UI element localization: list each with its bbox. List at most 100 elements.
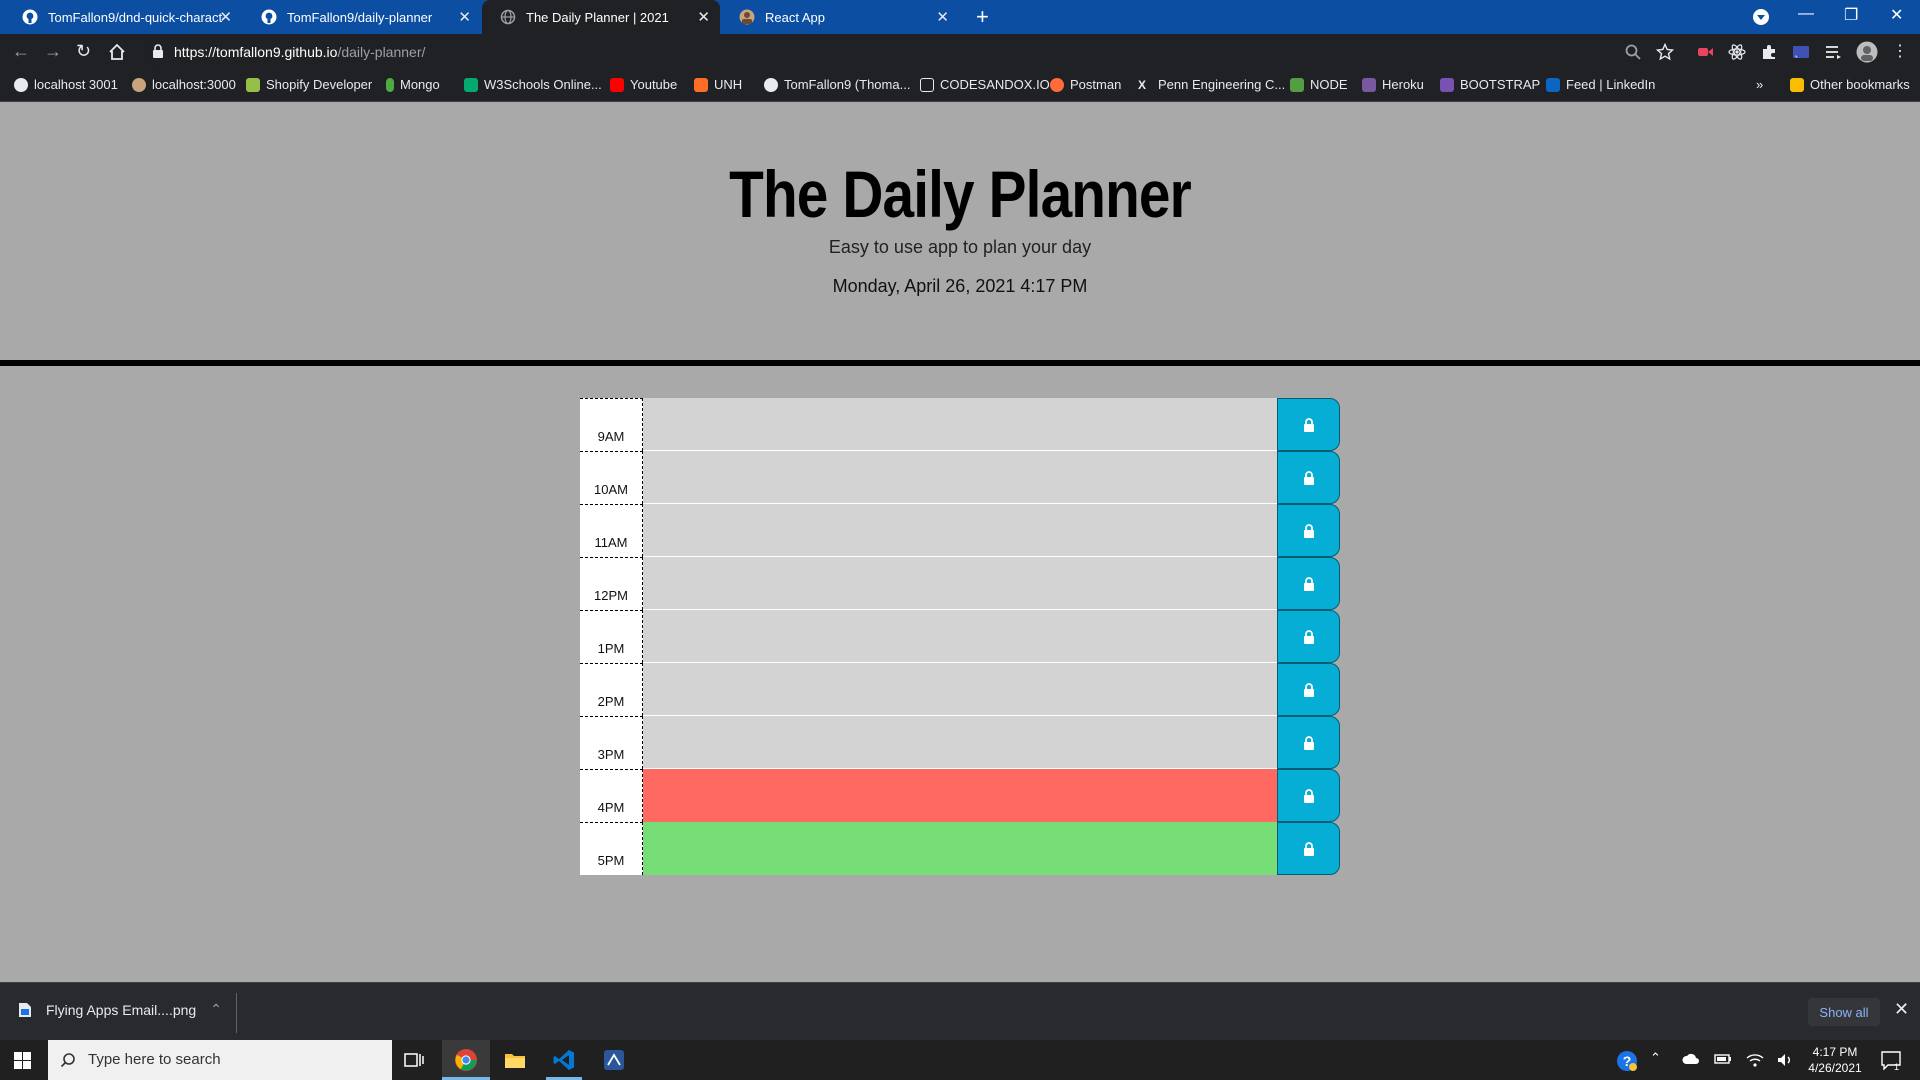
event-description[interactable] (643, 398, 1277, 451)
save-button[interactable] (1277, 663, 1340, 716)
event-description[interactable] (643, 663, 1277, 716)
show-all-button[interactable]: Show all (1808, 998, 1880, 1026)
bookmark-w3schools[interactable]: W3Schools Online... (464, 77, 602, 92)
save-button[interactable] (1277, 610, 1340, 663)
taskbar-clock[interactable]: 4:17 PM 4/26/2021 (1800, 1044, 1870, 1076)
bookmark-linkedin[interactable]: Feed | LinkedIn (1546, 77, 1655, 92)
new-tab-icon[interactable]: + (976, 4, 989, 30)
save-button[interactable] (1277, 451, 1340, 504)
search-icon (60, 1053, 75, 1068)
taskbar-search-input[interactable]: Type here to search (48, 1040, 392, 1080)
bookmark-node[interactable]: NODE (1290, 77, 1348, 92)
forward-icon[interactable]: → (44, 41, 62, 62)
save-button[interactable] (1277, 822, 1340, 875)
bookmark-codesandbox[interactable]: CODESANDOX.IO (920, 77, 1050, 92)
bookmark-label: Postman (1070, 77, 1122, 92)
close-tab-icon[interactable]: ✕ (697, 8, 710, 26)
cast-icon[interactable] (1792, 43, 1810, 61)
extension-react-icon[interactable] (1728, 43, 1746, 61)
zoom-icon[interactable] (1624, 43, 1642, 61)
onedrive-icon[interactable] (1682, 1052, 1700, 1066)
event-description[interactable] (643, 822, 1277, 875)
hour-label: 1PM (580, 610, 643, 663)
tab-strip: TomFallon9/dnd-quick-character ✕ TomFall… (0, 0, 1920, 34)
bookmark-heroku[interactable]: Heroku (1362, 77, 1424, 92)
reading-list-icon[interactable] (1824, 43, 1842, 61)
close-icon[interactable]: ✕ (1894, 999, 1909, 1020)
save-button[interactable] (1277, 398, 1340, 451)
bookmark-github-profile[interactable]: TomFallon9 (Thoma... (764, 77, 910, 92)
back-icon[interactable]: ← (12, 41, 30, 62)
address-bar[interactable]: https://tomfallon9.github.io/daily-plann… (144, 38, 1664, 66)
event-description[interactable] (643, 716, 1277, 769)
save-button[interactable] (1277, 504, 1340, 557)
page-content: The Daily Planner Easy to use app to pla… (0, 102, 1920, 982)
event-description[interactable] (643, 769, 1277, 822)
divider (236, 993, 237, 1033)
volume-icon[interactable] (1776, 1052, 1794, 1068)
tab-daily-planner-repo[interactable]: TomFallon9/daily-planner ✕ (243, 0, 481, 34)
bookmarks-bar: localhost 3001 localhost:3000 Shopify De… (0, 70, 1920, 102)
event-description[interactable] (643, 451, 1277, 504)
github-icon (22, 9, 38, 25)
tab-dnd-quick-character[interactable]: TomFallon9/dnd-quick-character ✕ (4, 0, 242, 34)
battery-icon[interactable] (1714, 1052, 1732, 1066)
bookmark-label: Penn Engineering C... (1158, 77, 1286, 92)
bookmark-star-icon[interactable] (1656, 43, 1674, 61)
avatar-icon (132, 77, 146, 92)
tab-daily-planner-active[interactable]: The Daily Planner | 2021 ✕ (482, 0, 720, 34)
restore-icon[interactable]: ❐ (1844, 5, 1858, 25)
time-block-row: 11AM (580, 504, 1340, 557)
lock-icon (1303, 788, 1314, 803)
bookmark-localhost-3000[interactable]: localhost:3000 (132, 77, 236, 92)
profile-menu-icon[interactable] (1752, 8, 1770, 26)
home-icon[interactable] (108, 43, 126, 61)
lock-icon (1303, 523, 1314, 538)
bookmark-shopify[interactable]: Shopify Developer (246, 77, 372, 92)
bookmark-unh[interactable]: UNH (694, 77, 742, 92)
save-button[interactable] (1277, 769, 1340, 822)
close-tab-icon[interactable]: ✕ (458, 8, 471, 26)
close-tab-icon[interactable]: ✕ (936, 8, 949, 26)
lock-icon (1303, 576, 1314, 591)
github-icon (261, 9, 277, 25)
event-description[interactable] (643, 557, 1277, 610)
puzzle-extensions-icon[interactable] (1760, 43, 1778, 61)
event-description[interactable] (643, 610, 1277, 663)
event-description[interactable] (643, 504, 1277, 557)
save-button[interactable] (1277, 716, 1340, 769)
close-window-icon[interactable]: ✕ (1890, 5, 1903, 25)
wifi-icon[interactable] (1746, 1052, 1764, 1068)
tab-react-app[interactable]: React App ✕ (721, 0, 959, 34)
chrome-menu-icon[interactable]: ⋮ (1892, 41, 1908, 61)
download-item[interactable]: Flying Apps Email....png ⌃ (18, 1001, 222, 1018)
bookmarks-overflow-button[interactable]: » (1756, 77, 1763, 92)
other-bookmarks-folder[interactable]: Other bookmarks (1790, 77, 1910, 92)
chevron-up-icon[interactable]: ⌃ (210, 1001, 222, 1018)
bookmark-penn-engineering[interactable]: X Penn Engineering C... (1138, 77, 1285, 92)
mongo-leaf-icon (386, 77, 394, 92)
download-bar: Flying Apps Email....png ⌃ Show all ✕ (0, 982, 1920, 1040)
chevron-up-icon[interactable]: ⌃ (1650, 1050, 1661, 1066)
bookmark-postman[interactable]: Postman (1050, 77, 1121, 92)
extension-record-icon[interactable] (1696, 43, 1714, 61)
vscode-icon[interactable] (552, 1048, 576, 1072)
chrome-taskbar-button[interactable] (442, 1040, 490, 1080)
bookmark-mongo[interactable]: Mongo (386, 77, 440, 92)
minimize-icon[interactable]: — (1798, 5, 1814, 23)
help-icon[interactable]: ? (1616, 1050, 1638, 1072)
bookmark-youtube[interactable]: Youtube (610, 77, 677, 92)
profile-avatar-icon[interactable] (1856, 41, 1878, 63)
linkedin-icon (1546, 77, 1560, 92)
reload-icon[interactable]: ↻ (76, 41, 91, 62)
snip-tool-icon[interactable] (602, 1048, 626, 1072)
time-block-row: 3PM (580, 716, 1340, 769)
bookmark-localhost-3001[interactable]: localhost 3001 (14, 77, 118, 92)
save-button[interactable] (1277, 557, 1340, 610)
file-explorer-icon[interactable] (503, 1048, 527, 1072)
gitlab-icon (694, 77, 708, 92)
task-view-icon[interactable] (404, 1050, 424, 1070)
windows-start-icon[interactable] (14, 1052, 31, 1069)
close-tab-icon[interactable]: ✕ (219, 8, 232, 26)
bookmark-bootstrap[interactable]: BOOTSTRAP (1440, 77, 1540, 92)
